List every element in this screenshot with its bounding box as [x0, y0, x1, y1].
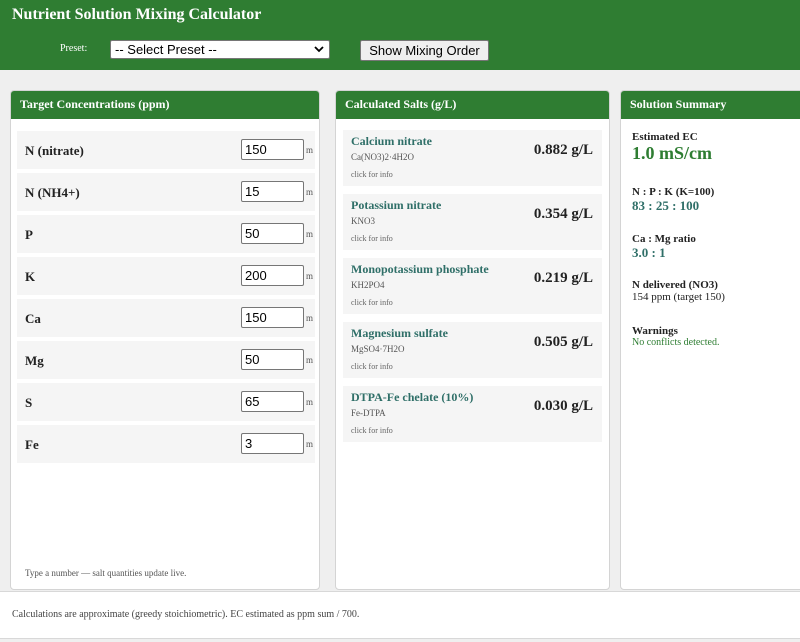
target-unit: m — [306, 313, 314, 323]
target-row-n-nitrate: N (nitrate) 150 m — [17, 131, 315, 169]
salt-card-potassium-nitrate[interactable]: Potassium nitrate KNO3 click for info 0.… — [343, 194, 602, 250]
salt-card-monopotassium-phosphate[interactable]: Monopotassium phosphate KH2PO4 click for… — [343, 258, 602, 314]
target-unit: m — [306, 355, 314, 365]
preset-label: Preset: — [60, 43, 88, 54]
summary-npk: N : P : K (K=100) 83 : 25 : 100 — [632, 186, 714, 214]
summary-ec: Estimated EC 1.0 mS/cm — [632, 131, 712, 164]
salt-quantity: 0.505 g/L — [533, 334, 593, 350]
target-label: Ca — [25, 311, 41, 326]
salt-card-magnesium-sulfate[interactable]: Magnesium sulfate MgSO4·7H2O click for i… — [343, 322, 602, 378]
targets-panel-title: Target Concentrations (ppm) — [11, 91, 319, 119]
target-input-ca[interactable]: 150 — [241, 307, 304, 328]
preset-select[interactable]: -- Select Preset -- — [110, 40, 330, 59]
salt-name: Calcium nitrate — [351, 134, 432, 148]
target-row-s: S 65 m — [17, 383, 315, 421]
target-unit: m — [306, 229, 314, 239]
targets-panel: Target Concentrations (ppm) N (nitrate) … — [10, 90, 320, 590]
target-unit: m — [306, 439, 314, 449]
target-label: Fe — [25, 437, 39, 452]
summary-n-delivered-value: 154 ppm (target 150) — [632, 291, 725, 303]
target-input-p[interactable]: 50 — [241, 223, 304, 244]
target-label: K — [25, 269, 36, 284]
summary-camg-label: Ca : Mg ratio — [632, 233, 696, 245]
summary-npk-label: N : P : K (K=100) — [632, 186, 715, 198]
salt-card-calcium-nitrate[interactable]: Calcium nitrate Ca(NO3)2·4H2O click for … — [343, 130, 602, 186]
target-label: P — [25, 227, 33, 242]
target-unit: m — [306, 397, 314, 407]
target-input-n-nh4[interactable]: 15 — [241, 181, 304, 202]
header-bar: Nutrient Solution Mixing Calculator Pres… — [0, 0, 800, 70]
summary-panel-title: Solution Summary — [621, 91, 800, 119]
target-row-fe: Fe 3 m — [17, 425, 315, 463]
footer-note: Calculations are approximate (greedy sto… — [12, 609, 360, 620]
target-label: N (NH4+) — [25, 185, 80, 200]
salt-info-link[interactable]: click for info — [351, 170, 393, 179]
targets-hint: Type a number — salt quantities update l… — [25, 568, 187, 578]
salt-quantity: 0.030 g/L — [533, 398, 593, 414]
target-row-n-nh4: N (NH4+) 15 m — [17, 173, 315, 211]
target-input-k[interactable]: 200 — [241, 265, 304, 286]
salt-quantity: 0.219 g/L — [533, 270, 593, 286]
chevron-down-icon — [314, 46, 324, 53]
salts-panel: Calculated Salts (g/L) Calcium nitrate C… — [335, 90, 610, 590]
summary-n-delivered-label: N delivered (NO3) — [632, 279, 718, 291]
salt-info-link[interactable]: click for info — [351, 298, 393, 307]
target-input-fe[interactable]: 3 — [241, 433, 304, 454]
salt-card-dtpa-fe-chelate[interactable]: DTPA-Fe chelate (10%) Fe-DTPA click for … — [343, 386, 602, 442]
salt-quantity: 0.882 g/L — [533, 142, 593, 158]
salt-formula: MgSO4·7H2O — [351, 344, 405, 354]
preset-select-value: -- Select Preset -- — [115, 42, 217, 57]
summary-n-delivered: N delivered (NO3) 154 ppm (target 150) — [632, 279, 725, 303]
salt-name: Monopotassium phosphate — [351, 262, 489, 276]
salt-info-link[interactable]: click for info — [351, 426, 393, 435]
target-label: Mg — [25, 353, 44, 368]
salt-formula: KH2PO4 — [351, 280, 385, 290]
target-label: N (nitrate) — [25, 143, 84, 158]
target-row-mg: Mg 50 m — [17, 341, 315, 379]
summary-warnings-label: Warnings — [632, 325, 678, 337]
summary-camg: Ca : Mg ratio 3.0 : 1 — [632, 233, 696, 261]
summary-warnings-value: No conflicts detected. — [632, 337, 720, 348]
summary-camg-value: 3.0 : 1 — [632, 245, 666, 260]
target-row-k: K 200 m — [17, 257, 315, 295]
target-input-s[interactable]: 65 — [241, 391, 304, 412]
salt-info-link[interactable]: click for info — [351, 234, 393, 243]
target-unit: m — [306, 145, 314, 155]
show-mixing-order-button[interactable]: Show Mixing Order — [360, 40, 489, 61]
salt-name: DTPA-Fe chelate (10%) — [351, 390, 474, 404]
salt-name: Magnesium sulfate — [351, 326, 448, 340]
footer: Calculations are approximate (greedy sto… — [0, 591, 800, 639]
salt-info-link[interactable]: click for info — [351, 362, 393, 371]
salt-formula: Ca(NO3)2·4H2O — [351, 152, 414, 162]
salt-formula: KNO3 — [351, 216, 375, 226]
summary-ec-value: 1.0 mS/cm — [632, 143, 712, 163]
summary-ec-label: Estimated EC — [632, 131, 698, 143]
salt-quantity: 0.354 g/L — [533, 206, 593, 222]
target-input-n-nitrate[interactable]: 150 — [241, 139, 304, 160]
summary-panel: Solution Summary Estimated EC 1.0 mS/cm … — [620, 90, 800, 590]
app-title: Nutrient Solution Mixing Calculator — [12, 6, 262, 23]
target-input-mg[interactable]: 50 — [241, 349, 304, 370]
summary-npk-value: 83 : 25 : 100 — [632, 198, 700, 213]
target-unit: m — [306, 271, 314, 281]
target-unit: m — [306, 187, 314, 197]
target-row-p: P 50 m — [17, 215, 315, 253]
target-row-ca: Ca 150 m — [17, 299, 315, 337]
target-label: S — [25, 395, 33, 410]
salts-panel-title: Calculated Salts (g/L) — [336, 91, 609, 119]
salt-name: Potassium nitrate — [351, 198, 442, 212]
summary-warnings: Warnings No conflicts detected. — [632, 325, 719, 348]
salt-formula: Fe-DTPA — [351, 408, 386, 418]
app-window: Nutrient Solution Mixing Calculator Pres… — [0, 0, 800, 642]
